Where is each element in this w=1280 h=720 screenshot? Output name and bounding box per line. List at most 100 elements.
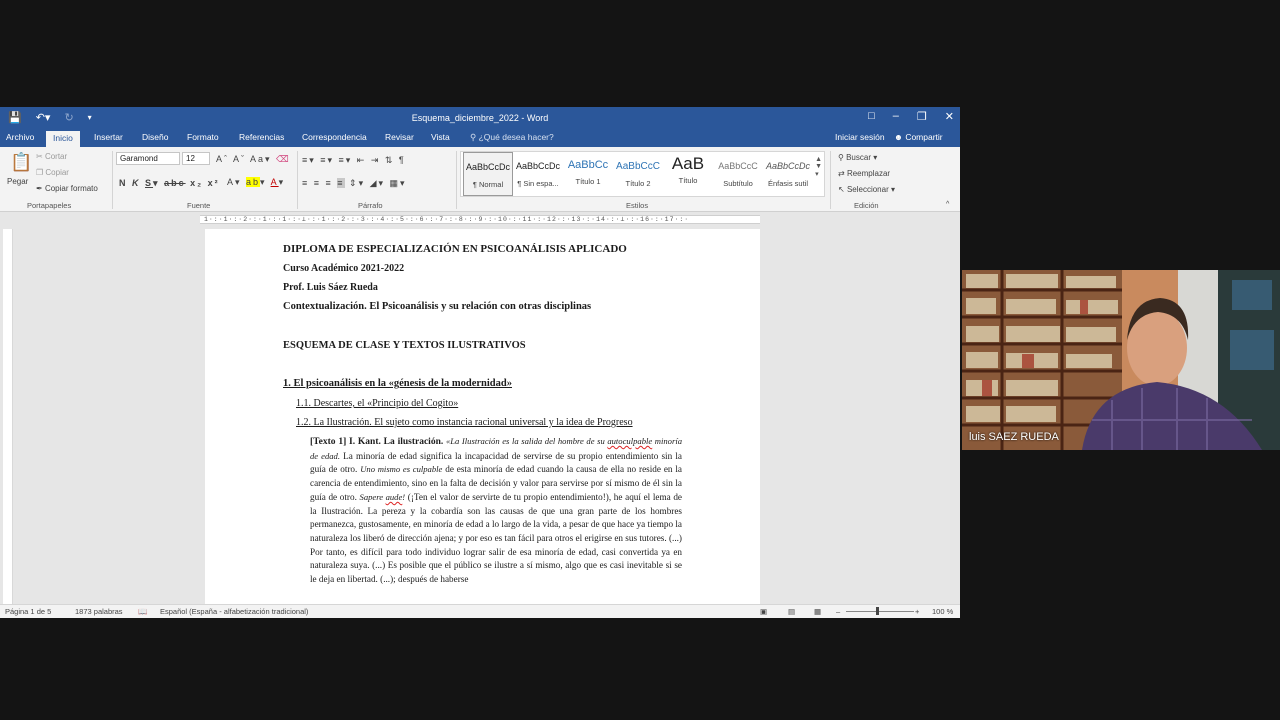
select-button[interactable]: ↖ Seleccionar ▾ [838, 185, 895, 194]
zoom-level[interactable]: 100 % [932, 607, 953, 616]
style-titulo-2[interactable]: AaBbCcC Título 2 [613, 152, 663, 196]
font-color-tools[interactable]: A▾ ab▾ A▾ [227, 177, 285, 188]
window-controls: □ – ❐ ✕ [868, 110, 954, 123]
copy-label: Copiar [45, 168, 69, 177]
language-indicator[interactable]: Español (España - alfabetización tradici… [160, 607, 308, 616]
tab-insertar[interactable]: Insertar [94, 132, 123, 142]
format-painter-button[interactable]: ✒ Copiar formato [36, 184, 98, 193]
text-italic: «La Ilustración es la salida del hombre … [445, 436, 608, 446]
tab-archivo[interactable]: Archivo [6, 132, 34, 142]
restore-icon[interactable]: ❐ [917, 110, 927, 123]
style-sample: AaBbCcC [718, 161, 758, 171]
ruler-ticks: 1·:·1·:·2·:·1·:·1·:·⊥·:·1·:·2·:·3·:·4·:·… [204, 216, 690, 223]
style-name: Énfasis sutil [767, 179, 809, 188]
doc-heading-diploma: DIPLOMA DE ESPECIALIZACIÓN EN PSICOANÁLI… [283, 243, 627, 255]
document-title: Esquema_diciembre_2022 - Word [411, 113, 549, 123]
separator [297, 151, 298, 209]
doc-paragraph-texto-1: [Texto 1] I. Kant. La ilustración. «La I… [310, 435, 682, 587]
cut-button[interactable]: ✂ Cortar [36, 152, 67, 161]
highlight-icon[interactable]: ab [246, 177, 261, 187]
justify-icon[interactable]: ≡ [337, 178, 345, 188]
brush-icon: ✒ [36, 184, 45, 193]
replace-button[interactable]: ⇄ Reemplazar [838, 169, 890, 178]
word-count[interactable]: 1873 palabras [75, 607, 123, 616]
search-icon: ⚲ [838, 153, 847, 162]
minimize-icon[interactable]: – [893, 110, 899, 123]
tab-revisar[interactable]: Revisar [385, 132, 414, 142]
style-sample: AaBbCc [567, 159, 609, 171]
proofing-icon[interactable]: 📖 [138, 607, 147, 616]
group-label-styles: Estilos [626, 201, 649, 210]
style-sample: AaBbCcC [616, 161, 660, 172]
zoom-out-icon[interactable]: – [836, 607, 840, 616]
style-enfasis-sutil[interactable]: AaBbCcDc Énfasis sutil [763, 152, 813, 196]
style-sample: AaB [671, 154, 705, 173]
list-tools[interactable]: ≡▾ ≡▾ ≡▾ ⇤ ⇥ ⇅ ¶ [302, 155, 406, 166]
style-name: ¶ Sin espa... [517, 179, 559, 188]
group-label-font: Fuente [187, 201, 211, 210]
style-name: Título 1 [575, 177, 601, 186]
style-sin-espaciado[interactable]: AaBbCcDc ¶ Sin espa... [513, 152, 563, 196]
cut-label: Cortar [44, 152, 68, 161]
separator [456, 151, 457, 209]
ribbon-display-options-icon[interactable]: □ [868, 110, 875, 123]
tab-referencias[interactable]: Referencias [239, 132, 284, 142]
close-icon[interactable]: ✕ [945, 110, 954, 123]
screen: 💾 ↶▾ ↻ ▾ Esquema_diciembre_2022 - Word □… [0, 0, 1280, 720]
format-painter-label: Copiar formato [44, 184, 98, 193]
paste-button[interactable]: Pegar [7, 177, 28, 186]
title-bar: 💾 ↶▾ ↻ ▾ Esquema_diciembre_2022 - Word □… [0, 107, 960, 129]
doc-section-1: 1. El psicoanálisis en la «génesis de la… [283, 378, 512, 389]
tab-correspondencia[interactable]: Correspondencia [302, 132, 367, 142]
style-normal[interactable]: AaBbCcDc ¶ Normal [463, 152, 513, 196]
text-run: (¡Ten el valor de servirte de tu propio … [310, 491, 683, 585]
replace-label: Reemplazar [846, 169, 891, 178]
collapse-ribbon-icon[interactable]: ^ [946, 201, 949, 208]
font-name-select[interactable]: Garamond [116, 152, 180, 165]
font-size-tools[interactable]: Aˆ Aˇ Aa▾ ⌫ [216, 154, 291, 165]
zoom-slider[interactable] [846, 611, 914, 612]
document-page[interactable]: DIPLOMA DE ESPECIALIZACIÓN EN PSICOANÁLI… [205, 229, 760, 609]
page-count[interactable]: Página 1 de 5 [5, 607, 51, 616]
font-size-select[interactable]: 12 [182, 152, 210, 165]
clear-format-icon[interactable]: ⌫ [276, 154, 291, 164]
style-sample: AaBbCcDc [465, 162, 510, 172]
style-name: Título 2 [625, 179, 651, 188]
read-mode-icon[interactable]: ▣ [760, 607, 767, 616]
zoom-slider-thumb[interactable] [876, 607, 879, 615]
zoom-in-icon[interactable]: + [915, 607, 919, 616]
tab-inicio[interactable]: Inicio [46, 131, 80, 147]
webcam-scene [962, 270, 1280, 450]
copy-button[interactable]: ❐ Copiar [36, 168, 69, 177]
font-color-icon[interactable]: A [271, 177, 279, 187]
style-titulo[interactable]: AaB Título [663, 152, 713, 196]
scissors-icon: ✂ [36, 152, 45, 161]
tell-me-box[interactable]: ⚲ ¿Qué desea hacer? [470, 132, 554, 143]
style-sample: AaBbCcDc [765, 161, 810, 171]
status-bar: Página 1 de 5 1873 palabras 📖 Español (E… [0, 604, 960, 618]
text-lead: [Texto 1] I. Kant. La ilustración. [310, 437, 444, 447]
style-name: Subtítulo [723, 179, 753, 188]
print-layout-icon[interactable]: ▤ [788, 607, 795, 616]
sign-in-link[interactable]: Iniciar sesión [835, 132, 885, 142]
participant-name: luis SAEZ RUEDA [969, 431, 1059, 443]
style-titulo-1[interactable]: AaBbCc Título 1 [563, 152, 613, 196]
ribbon: 📋 Pegar ✂ Cortar ❐ Copiar ✒ Copiar forma… [0, 147, 960, 212]
alignment-tools[interactable]: ≡ ≡ ≡ ≡ ⇕▾ ◢▾ ▦▾ [302, 178, 407, 189]
doc-section-1-1: 1.1. Descartes, el «Principio del Cogito… [296, 398, 459, 409]
style-subtitulo[interactable]: AaBbCcC Subtítulo [713, 152, 763, 196]
gallery-scroll-icon[interactable]: ▲ ▼ ▾ [815, 156, 822, 178]
share-button[interactable]: ☻ Compartir [894, 132, 943, 142]
tab-formato[interactable]: Formato [187, 132, 219, 142]
paste-icon[interactable]: 📋 [10, 152, 32, 173]
replace-icon: ⇄ [838, 169, 847, 178]
horizontal-ruler[interactable]: 1·:·1·:·2·:·1·:·1·:·⊥·:·1·:·2·:·3·:·4·:·… [200, 215, 760, 224]
tab-diseno[interactable]: Diseño [142, 132, 168, 142]
tab-vista[interactable]: Vista [431, 132, 450, 142]
find-button[interactable]: ⚲ Buscar ▾ [838, 153, 877, 162]
vertical-ruler[interactable] [3, 229, 13, 607]
font-style-tools[interactable]: N K S▾ abc x₂ x² [119, 178, 220, 189]
web-layout-icon[interactable]: ▦ [814, 607, 821, 616]
person-icon: ☻ [894, 132, 906, 142]
text-italic: Sapere [359, 491, 386, 502]
